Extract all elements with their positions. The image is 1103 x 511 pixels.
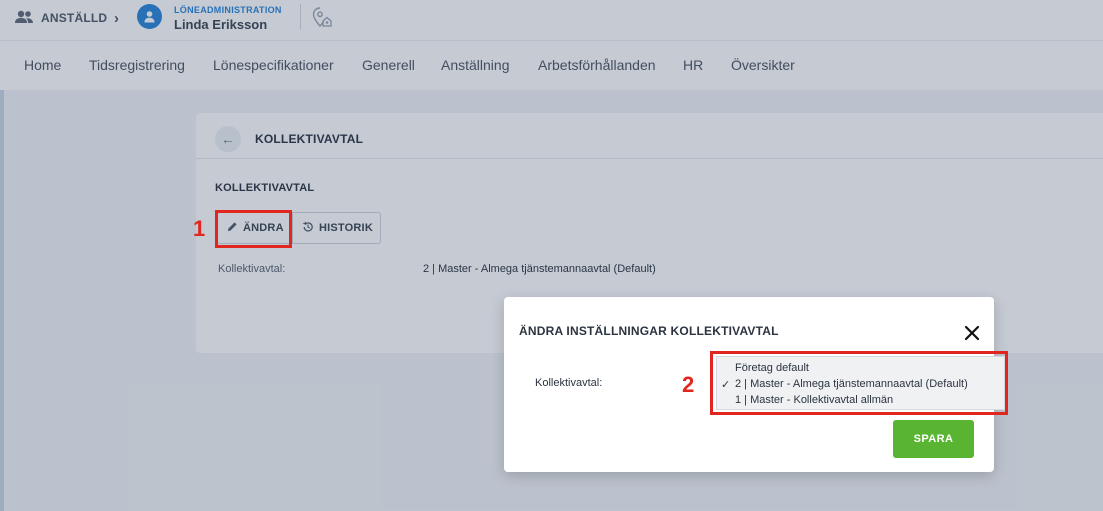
annotation-box-2 — [710, 351, 1008, 415]
dialog-title: ÄNDRA INSTÄLLNINGAR KOLLEKTIVAVTAL — [519, 324, 779, 338]
close-button[interactable] — [964, 325, 980, 341]
annotation-box-1 — [215, 210, 292, 248]
close-icon — [964, 325, 980, 341]
save-button[interactable]: SPARA — [893, 420, 974, 458]
annotation-number-1: 1 — [193, 216, 206, 241]
dialog-field-label: Kollektivavtal: — [535, 377, 603, 389]
annotation-number-2: 2 — [682, 372, 695, 397]
